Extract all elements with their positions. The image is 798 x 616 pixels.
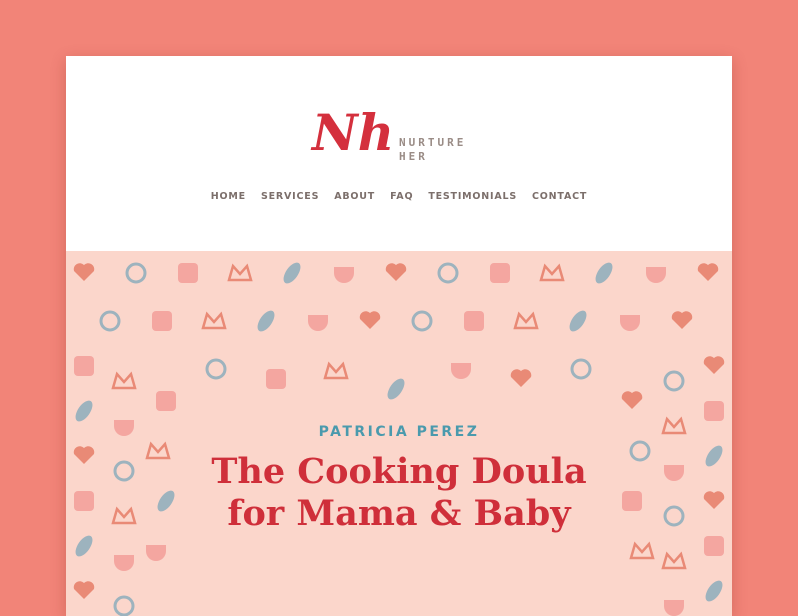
logo-monogram-text: Nh [310,103,394,162]
utensils-icon [570,358,592,380]
pacifier-icon [661,551,687,570]
crown-icon [178,263,198,283]
crown-icon [152,311,172,331]
utensils-icon [113,595,135,616]
diaper-roll-icon [146,545,166,561]
hero-subtitle: PATRICIA PEREZ [318,424,480,440]
nav-contact[interactable]: CONTACT [532,191,587,202]
cooking-pot-icon [257,310,275,332]
onesie-icon [621,391,643,409]
logo-word-1: NURTURE [399,136,467,149]
cooking-pot-icon [283,262,301,284]
site-header: Nh NURTURE HER HOME SERVICES ABOUT FAQ T… [66,56,732,251]
crown-icon [704,401,724,421]
flower-icon [75,400,93,422]
bib-icon [114,555,134,571]
flower-icon [569,310,587,332]
baby-mobile-icon [205,358,227,380]
bib-icon [308,315,328,331]
pacifier-icon [513,311,539,330]
baby-mobile-icon [663,370,685,392]
cooking-pot-icon [387,378,405,400]
heart-icon [74,356,94,376]
heart-icon [490,263,510,283]
utensils-icon [437,262,459,284]
onesie-icon [697,263,719,281]
pacifier-icon [111,371,137,390]
nav-about[interactable]: ABOUT [334,191,375,202]
nav-testimonials[interactable]: TESTIMONIALS [428,191,517,202]
hero-headline-line1: The Cooking Doula [211,451,587,492]
rattle-icon [201,311,227,330]
logo-word-2: HER [399,150,428,163]
onesie-icon [671,311,693,329]
crown-icon [266,369,286,389]
diaper-roll-icon [620,315,640,331]
baby-bottle-icon [73,581,95,599]
flower-icon [705,580,723,602]
pacifier-icon [539,263,565,282]
baby-bottle-icon [510,369,532,387]
nav-faq[interactable]: FAQ [390,191,413,202]
logo-wordmark[interactable]: NURTURE HER [399,136,466,164]
flower-icon [595,262,613,284]
heart-icon [464,311,484,331]
bib-icon [334,267,354,283]
bib-icon [451,363,471,379]
cooking-pot-icon [75,535,93,557]
baby-mobile-icon [125,262,147,284]
hero-headline: The Cooking Doula for Mama & Baby [66,451,732,535]
logo-monogram[interactable]: Nh [308,98,398,164]
heart-icon [156,391,176,411]
hero-section: PATRICIA PEREZ The Cooking Doula for Mam… [66,251,732,616]
nav-home[interactable]: HOME [211,191,246,202]
diaper-roll-icon [664,600,684,616]
onesie-icon [73,263,95,281]
website-mockup: Nh NURTURE HER HOME SERVICES ABOUT FAQ T… [66,56,732,616]
utensils-icon [411,310,433,332]
rattle-icon [227,263,253,282]
diaper-roll-icon [646,267,666,283]
hero-headline-line2: for Mama & Baby [227,493,571,534]
baby-bottle-icon [359,311,381,329]
rattle-icon [323,361,349,380]
onesie-icon [703,356,725,374]
rattle-icon [629,541,655,560]
baby-mobile-icon [99,310,121,332]
nav-services[interactable]: SERVICES [261,191,319,202]
heart-icon [704,536,724,556]
baby-bottle-icon [385,263,407,281]
main-nav: HOME SERVICES ABOUT FAQ TESTIMONIALS CON… [66,191,732,202]
